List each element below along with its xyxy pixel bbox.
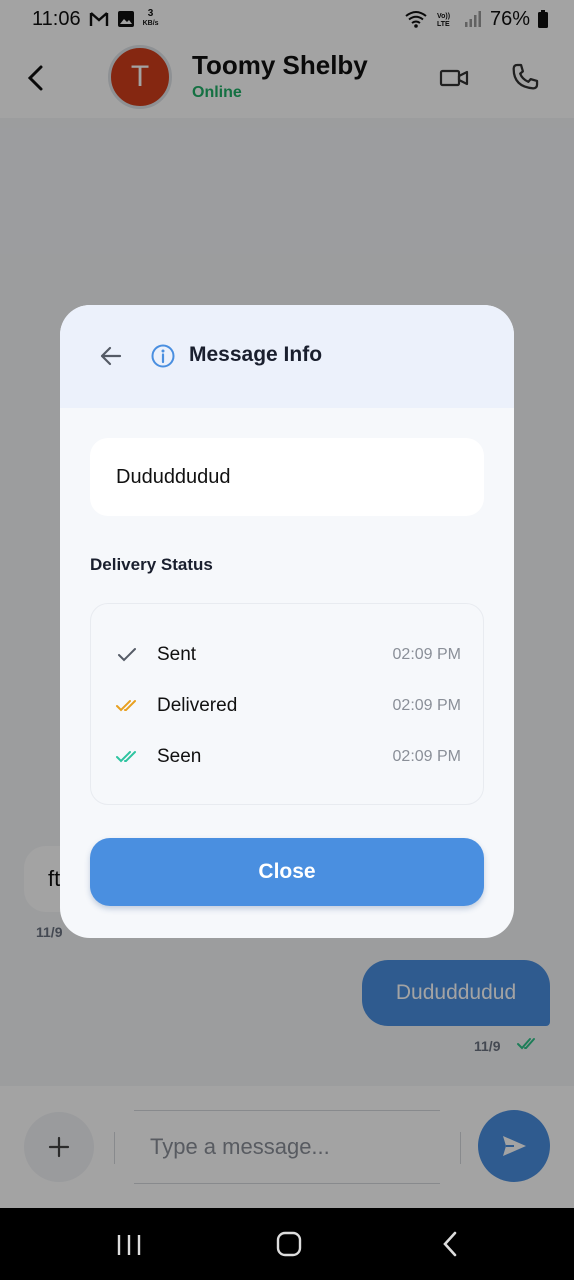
status-label: Delivered — [157, 695, 238, 716]
message-info-dialog: Message Info Dududdudud Delivery Status … — [60, 305, 514, 938]
status-time: 02:09 PM — [392, 748, 461, 765]
status-time: 02:09 PM — [392, 697, 461, 714]
info-icon — [151, 344, 175, 368]
status-label: Seen — [157, 746, 202, 767]
status-row-delivered: Delivered 02:09 PM — [91, 686, 485, 726]
delivery-status-list: Sent 02:09 PM Delivered 02:09 PM Seen 02… — [90, 603, 484, 805]
check-icon — [118, 648, 136, 662]
close-button[interactable]: Close — [90, 838, 484, 906]
status-label: Sent — [157, 644, 197, 665]
message-preview-text: Dududdudud — [116, 465, 231, 488]
nav-back-icon[interactable] — [440, 1230, 460, 1258]
status-time: 02:09 PM — [392, 646, 461, 663]
double-check-icon — [116, 751, 136, 763]
double-check-icon — [116, 700, 136, 712]
status-row-sent: Sent 02:09 PM — [91, 635, 485, 675]
recent-apps-icon[interactable] — [116, 1234, 142, 1256]
home-icon[interactable] — [276, 1230, 302, 1258]
delivery-status-title: Delivery Status — [90, 555, 213, 574]
arrow-left-icon[interactable] — [98, 343, 124, 369]
dialog-header: Message Info — [60, 305, 514, 408]
dialog-title: Message Info — [189, 343, 323, 366]
system-nav-bar — [0, 1208, 574, 1280]
message-preview-card: Dududdudud — [90, 438, 484, 516]
status-row-seen: Seen 02:09 PM — [91, 737, 485, 777]
